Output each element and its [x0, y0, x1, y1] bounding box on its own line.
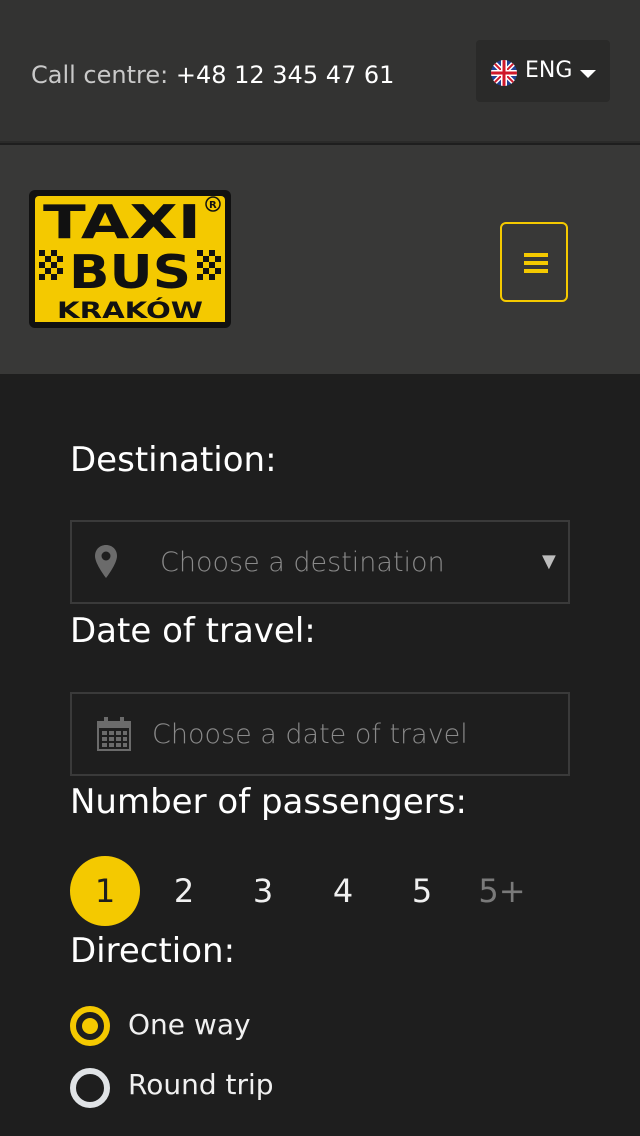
triangle-down-icon: ▼	[542, 551, 556, 572]
caret-down-icon	[580, 70, 596, 78]
site-header: TAXI R BUS KRAKÓW	[0, 145, 640, 374]
round-trip-label[interactable]: Round trip	[128, 1068, 274, 1102]
hamburger-icon	[524, 253, 548, 273]
language-selector[interactable]: ENG	[476, 40, 610, 102]
call-centre: Call centre: +48 12 345 47 61	[31, 60, 394, 90]
direction-label: Direction:	[70, 931, 236, 971]
passenger-option-5[interactable]: 5	[387, 856, 457, 926]
radio-round-trip[interactable]	[70, 1068, 110, 1108]
date-label: Date of travel:	[70, 611, 316, 651]
top-bar: Call centre: +48 12 345 47 61 ENG	[0, 0, 640, 143]
svg-text:TAXI: TAXI	[43, 195, 201, 249]
passenger-option-5-plus[interactable]: 5+	[467, 856, 537, 926]
calendar-icon	[96, 716, 132, 756]
passenger-option-2[interactable]: 2	[149, 856, 219, 926]
date-input[interactable]: Choose a date of travel	[70, 692, 570, 776]
svg-text:R: R	[209, 200, 217, 211]
menu-toggle-button[interactable]	[500, 222, 568, 302]
call-centre-phone-link[interactable]: +48 12 345 47 61	[176, 61, 395, 89]
uk-flag-icon	[491, 60, 517, 86]
svg-text:KRAKÓW: KRAKÓW	[57, 298, 203, 324]
passenger-option-3[interactable]: 3	[228, 856, 298, 926]
destination-placeholder: Choose a destination	[160, 547, 445, 578]
destination-label: Destination:	[70, 440, 277, 480]
language-label: ENG	[525, 58, 573, 83]
taxi-bus-krakow-logo[interactable]: TAXI R BUS KRAKÓW	[29, 190, 231, 328]
one-way-label[interactable]: One way	[128, 1008, 251, 1042]
destination-select[interactable]: Choose a destination ▼	[70, 520, 570, 604]
call-centre-label: Call centre:	[31, 61, 169, 89]
passengers-label: Number of passengers:	[70, 782, 467, 822]
passenger-option-4[interactable]: 4	[308, 856, 378, 926]
passenger-option-1[interactable]: 1	[70, 856, 140, 926]
svg-text:BUS: BUS	[69, 245, 191, 299]
map-pin-icon	[94, 544, 118, 584]
radio-one-way[interactable]	[70, 1006, 110, 1046]
date-placeholder: Choose a date of travel	[152, 719, 468, 750]
